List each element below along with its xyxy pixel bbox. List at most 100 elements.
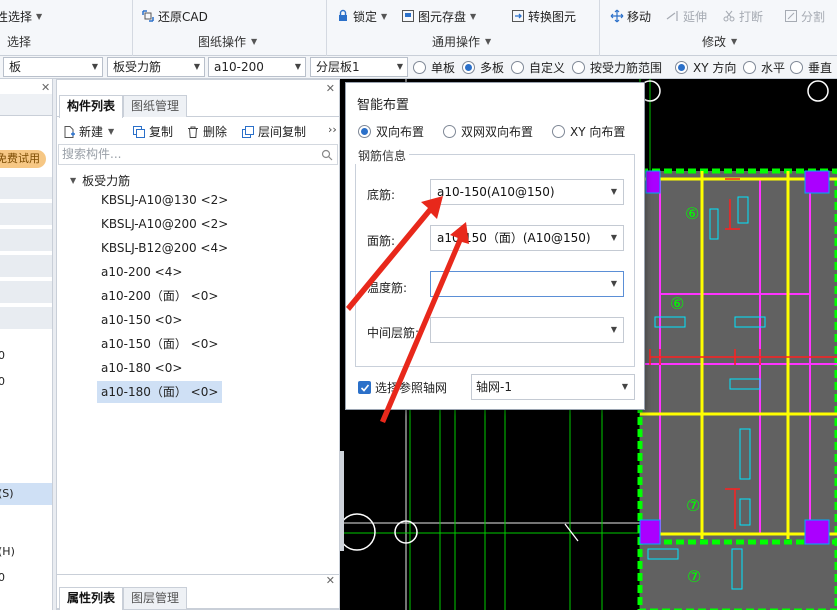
more-toolbar-icon[interactable]: ››	[328, 123, 337, 136]
element-name-select[interactable]: a10-200 ▼	[208, 57, 306, 77]
attribute-select-button[interactable]: 性选择 ▼	[0, 6, 42, 26]
tree-item[interactable]: a10-180（面） <0>	[97, 381, 223, 403]
component-search-input[interactable]: 搜索构件...	[58, 144, 338, 165]
tab-property-list[interactable]: 属性列表	[59, 587, 124, 610]
left-nav-row[interactable]	[0, 255, 52, 277]
tab-drawing-manage[interactable]: 图纸管理	[123, 95, 188, 117]
break-label: 打断	[739, 9, 764, 24]
convert-element-button[interactable]: 转换图元	[511, 6, 576, 26]
radio-label: XY 方向	[693, 60, 737, 75]
radio-horizontal[interactable]: 水平	[743, 59, 785, 75]
close-icon[interactable]: ✕	[41, 81, 50, 94]
free-trial-badge[interactable]: 免费试用	[0, 150, 46, 168]
ribbon-group-label-common[interactable]: 通用操作 ▼	[432, 33, 491, 50]
chevron-down-icon: ▼	[91, 62, 98, 71]
left-nav-row[interactable]	[0, 229, 52, 251]
bottom-rebar-select[interactable]: a10-150(A10@150) ▼	[430, 179, 624, 205]
copy-button[interactable]: 复制	[132, 123, 173, 140]
axis-label-7b: ⑦	[687, 567, 701, 586]
lock-button[interactable]: 锁定 ▼	[336, 6, 387, 26]
radio-multi-slab[interactable]: 多板	[462, 59, 504, 75]
radio-xy-layout[interactable]: XY 向布置	[552, 123, 625, 140]
ribbon-group-select: 性选择 ▼ 选择	[0, 0, 133, 56]
tree-expand-icon[interactable]: ▼	[70, 176, 76, 185]
move-button[interactable]: 移动	[610, 6, 651, 26]
temp-rebar-select[interactable]: ▼	[430, 271, 624, 297]
new-button[interactable]: 新建 ▼	[62, 123, 114, 140]
radio-double-mesh-bidirectional[interactable]: 双网双向布置	[443, 123, 533, 140]
tree-item[interactable]: a10-180 <0>	[97, 357, 186, 379]
ribbon-group-label-drawing[interactable]: 图纸操作 ▼	[198, 33, 257, 50]
left-nav-row[interactable]	[0, 307, 52, 329]
left-nav-item-s[interactable]: (S)	[0, 487, 14, 500]
chevron-down-icon: ▼	[470, 11, 477, 21]
radio-single-slab[interactable]: 单板	[413, 59, 455, 75]
ribbon-toolbar: 性选择 ▼ 选择 还原CAD 图纸操作 ▼ 锁定 ▼ 图元存盘 ▼ 转换图元 通…	[0, 0, 837, 56]
extend-button[interactable]: 延伸	[666, 6, 707, 26]
element-type-select[interactable]: 板 ▼	[3, 57, 103, 77]
top-rebar-select[interactable]: a10-150（面）(A10@150) ▼	[430, 225, 624, 251]
break-button[interactable]: 打断	[722, 6, 763, 26]
floor-copy-button[interactable]: 层间复制	[241, 123, 306, 140]
tree-item[interactable]: a10-150（面） <0>	[97, 333, 222, 355]
search-icon[interactable]	[321, 148, 333, 167]
convert-element-label: 转换图元	[528, 9, 577, 24]
split-icon	[784, 9, 798, 23]
mid-rebar-select[interactable]: ▼	[430, 317, 624, 343]
tab-layer-manage[interactable]: 图层管理	[123, 587, 188, 609]
left-nav-item-0a[interactable]: 0	[0, 349, 5, 362]
element-subtype-select[interactable]: 板受力筋 ▼	[107, 57, 205, 77]
restore-cad-button[interactable]: 还原CAD	[141, 6, 208, 26]
radio-indicator	[552, 125, 565, 138]
layer-slab-select[interactable]: 分层板1 ▼	[310, 57, 408, 77]
tree-item[interactable]: KBSLJ-A10@130 <2>	[97, 189, 232, 211]
chevron-down-icon: ▼	[610, 325, 617, 334]
left-nav-item-0c[interactable]: 0	[0, 571, 5, 584]
ref-axis-select[interactable]: 轴网-1 ▼	[471, 374, 635, 400]
tree-item[interactable]: a10-200 <4>	[97, 261, 186, 283]
radio-xy-direction[interactable]: XY 方向	[675, 59, 736, 75]
chevron-down-icon: ▼	[108, 127, 115, 136]
radio-indicator	[790, 60, 803, 74]
left-nav-row[interactable]	[0, 281, 52, 303]
chevron-down-icon: ▼	[731, 37, 738, 46]
element-name-value: a10-200	[214, 60, 264, 74]
tree-item[interactable]: KBSLJ-A10@200 <2>	[97, 213, 232, 235]
radio-vertical[interactable]: 垂直	[790, 59, 832, 75]
tree-root-slab-rebar[interactable]: ▼ 板受力筋	[70, 172, 130, 189]
radio-indicator	[462, 60, 475, 74]
property-list-panel: ✕ 属性列表 图层管理	[56, 574, 340, 610]
canvas-splitter-handle[interactable]	[340, 451, 344, 551]
chevron-down-icon: ▼	[193, 62, 200, 71]
tree-item[interactable]: a10-200（面） <0>	[97, 285, 222, 307]
chevron-down-icon: ▼	[294, 62, 301, 71]
tree-item[interactable]: KBSLJ-B12@200 <4>	[97, 237, 232, 259]
tab-component-list[interactable]: 构件列表	[59, 95, 124, 118]
extend-icon	[666, 9, 680, 23]
radio-custom[interactable]: 自定义	[511, 59, 565, 75]
element-subtype-value: 板受力筋	[113, 60, 162, 74]
close-icon[interactable]: ✕	[326, 82, 335, 95]
component-list-panel: ✕ 构件列表 图纸管理 新建 ▼ 复制 删除 层间复制 ›› 搜索构件... ▼…	[56, 79, 340, 576]
radio-indicator	[743, 60, 756, 74]
bottom-rebar-value: a10-150(A10@150)	[437, 185, 555, 199]
save-element-button[interactable]: 图元存盘 ▼	[401, 6, 476, 26]
save-element-label: 图元存盘	[418, 9, 467, 24]
radio-by-rebar-range[interactable]: 按受力筋范围	[572, 59, 662, 75]
top-rebar-label: 面筋:	[367, 234, 396, 248]
radio-indicator	[511, 60, 524, 74]
split-button[interactable]: 分割	[784, 6, 825, 26]
radio-bidirectional[interactable]: 双向布置	[358, 123, 424, 140]
left-nav-row[interactable]	[0, 177, 52, 199]
ribbon-group-common: 锁定 ▼ 图元存盘 ▼ 转换图元 通用操作 ▼	[327, 0, 600, 56]
left-nav-item-h[interactable]: (H)	[0, 545, 15, 558]
ribbon-group-label-select: 选择	[7, 35, 32, 49]
delete-button[interactable]: 删除	[186, 123, 227, 140]
ref-axis-checkbox[interactable]: 选择参照轴网	[358, 379, 447, 396]
component-toolbar: 新建 ▼ 复制 删除 层间复制 ››	[57, 120, 339, 142]
close-icon[interactable]: ✕	[326, 574, 335, 587]
ribbon-group-label-modify[interactable]: 修改 ▼	[702, 33, 737, 50]
left-nav-row[interactable]	[0, 203, 52, 225]
left-nav-item-0b[interactable]: 0	[0, 375, 5, 388]
tree-item[interactable]: a10-150 <0>	[97, 309, 186, 331]
